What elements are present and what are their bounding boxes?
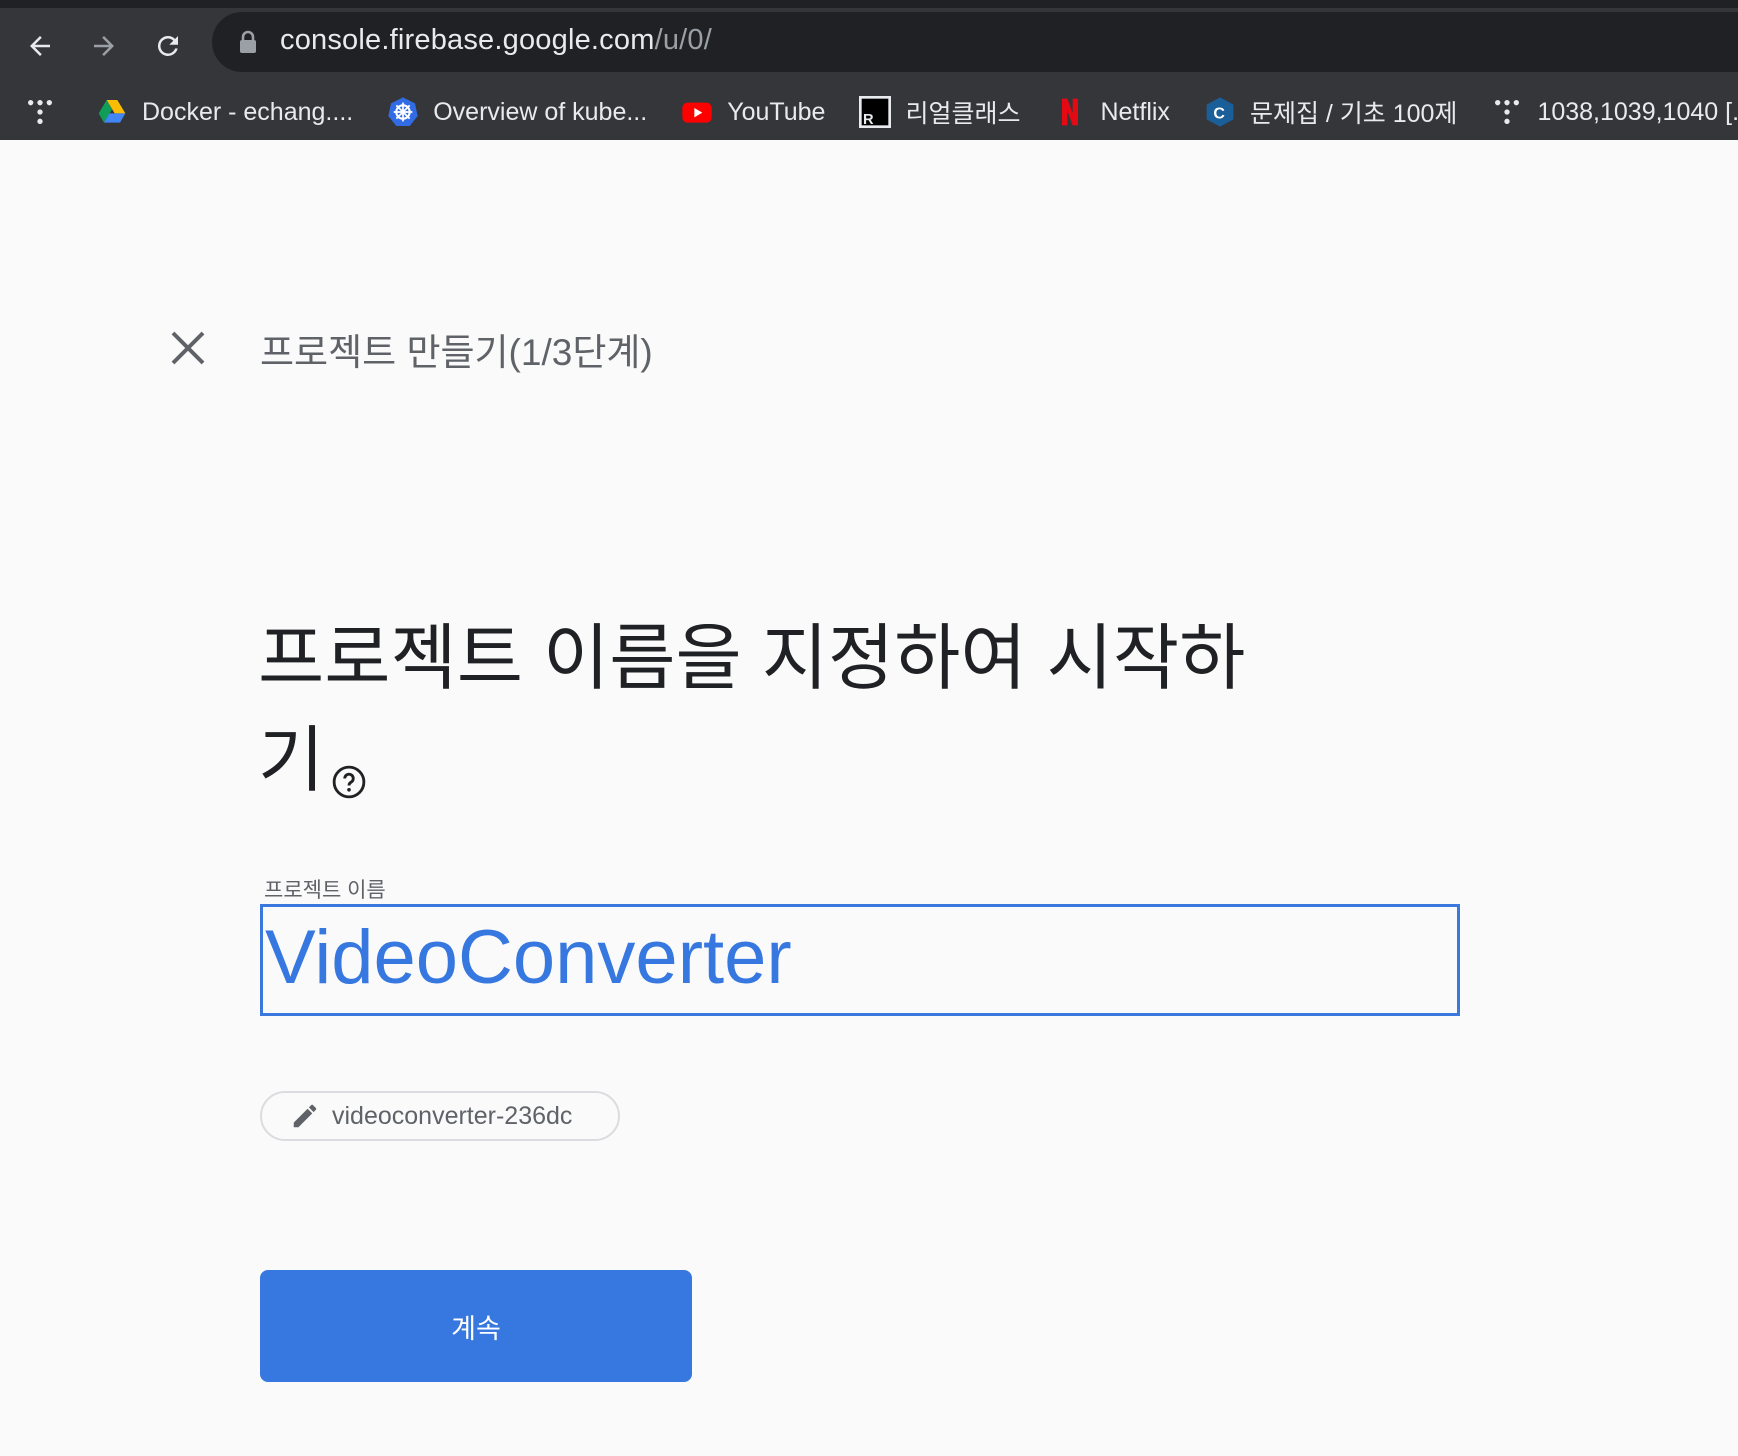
bookmark-1038[interactable]: 1038,1039,1040 [...	[1473, 84, 1738, 140]
project-name-label: 프로젝트 이름	[264, 879, 386, 902]
browser-toolbar: console.firebase.google.com/u/0/ Docker …	[0, 0, 1738, 140]
url-host: console.firebase.google.com	[280, 24, 655, 56]
project-id-chip[interactable]: videoconverter-236dc	[260, 1091, 620, 1141]
bookmark-docker[interactable]: Docker - echang....	[78, 84, 369, 140]
reload-icon	[157, 35, 178, 56]
bookmarks-bar: Docker - echang.... Overview of kube... …	[0, 84, 1738, 140]
google-drive-icon	[96, 96, 128, 128]
bookmark-label: Netflix	[1100, 97, 1170, 126]
close-button[interactable]	[168, 328, 208, 368]
netflix-icon	[1054, 96, 1086, 128]
bookmark-netflix[interactable]: Netflix	[1036, 84, 1185, 140]
project-id-text: videoconverter-236dc	[332, 1101, 573, 1130]
back-button[interactable]	[18, 24, 62, 68]
dots-icon	[1491, 96, 1523, 128]
svg-text:R: R	[863, 112, 874, 128]
bookmark-label: Overview of kube...	[433, 97, 648, 126]
youtube-icon	[681, 96, 713, 128]
realclass-icon: R	[859, 96, 892, 128]
bookmark-realclass[interactable]: R 리얼클래스	[841, 84, 1036, 140]
pencil-icon	[293, 1104, 317, 1128]
svg-text:C: C	[1213, 106, 1225, 123]
url-text: console.firebase.google.com/u/0/	[280, 24, 712, 57]
apps-grid-icon	[28, 100, 52, 124]
continue-button[interactable]: 계속	[260, 1270, 692, 1382]
bookmark-codeup[interactable]: C 문제집 / 기초 100제	[1186, 84, 1474, 140]
forward-arrow-icon	[94, 36, 114, 56]
step-title: 프로젝트 만들기(1/3단계)	[260, 332, 653, 373]
project-name-field	[260, 904, 1460, 1016]
project-name-input[interactable]	[263, 907, 1457, 1013]
bookmark-label: YouTube	[727, 97, 826, 126]
kubernetes-icon	[387, 96, 419, 128]
bookmark-youtube[interactable]: YouTube	[663, 84, 841, 140]
help-icon[interactable]	[332, 724, 366, 799]
bookmark-label: 리얼클래스	[905, 100, 1021, 128]
close-icon	[171, 331, 205, 365]
bookmark-label: 1038,1039,1040 [...	[1537, 97, 1738, 126]
bookmark-label: 문제집 / 기초 100제	[1249, 100, 1458, 128]
apps-button[interactable]	[0, 84, 78, 140]
forward-button[interactable]	[82, 24, 126, 68]
bookmark-kubernetes[interactable]: Overview of kube...	[369, 84, 663, 140]
codeup-icon: C	[1204, 96, 1236, 128]
page-heading: 프로젝트 이름을 지정하여 시작하기	[258, 608, 1268, 812]
url-path: /u/0/	[654, 24, 713, 56]
reload-button[interactable]	[146, 24, 190, 68]
back-arrow-icon	[30, 36, 50, 56]
lock-icon	[240, 30, 256, 53]
bookmark-label: Docker - echang....	[142, 97, 354, 126]
heading-text: 프로젝트 이름을 지정하여 시작하기	[258, 619, 1246, 801]
address-bar[interactable]: console.firebase.google.com/u/0/	[212, 12, 1738, 72]
